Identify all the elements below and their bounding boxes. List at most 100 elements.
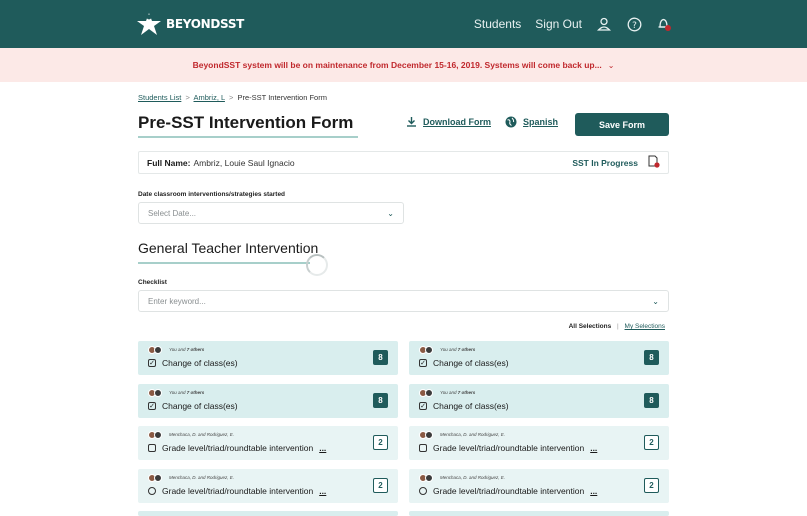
card-more-link[interactable]: ... [319, 486, 326, 496]
checklist-card-partial[interactable] [138, 511, 398, 516]
card-meta-text: You and [169, 390, 187, 395]
loading-spinner-icon [306, 254, 328, 276]
avatar-group [419, 346, 433, 354]
card-meta: Menchaca, D. and Rodriguez, E. [169, 475, 234, 480]
card-meta-bold: 7 others [186, 347, 205, 352]
title-underline [138, 136, 358, 138]
my-selections-tab[interactable]: My Selections [625, 323, 665, 330]
checkbox-checked-icon[interactable]: ✓ [419, 359, 427, 367]
selection-count-badge: 8 [373, 350, 388, 365]
all-selections-tab[interactable]: All Selections [569, 323, 612, 330]
selection-count-badge: 2 [373, 478, 388, 493]
selection-count-badge: 8 [644, 393, 659, 408]
card-meta-text: Menchaca, D. and Rodriguez, E. [169, 432, 235, 437]
section-underline [138, 262, 310, 264]
card-label: Grade level/triad/roundtable interventio… [433, 443, 585, 453]
checklist-card[interactable]: You and 7 others ✓ Change of class(es) 8 [138, 341, 398, 375]
card-option[interactable]: ✓ Change of class(es) [419, 358, 515, 368]
checkbox-icon[interactable] [148, 487, 156, 495]
full-name-value: Ambriz, Louie Saul Ignacio [193, 157, 295, 168]
avatar [425, 474, 433, 482]
card-option[interactable]: Grade level/triad/roundtable interventio… [419, 486, 597, 496]
checklist-card[interactable]: You and 7 others ✓ Change of class(es) 8 [138, 384, 398, 418]
checklist-card[interactable]: You and 7 others ✓ Change of class(es) 8 [409, 384, 669, 418]
checkbox-icon[interactable] [419, 444, 427, 452]
checkbox-icon[interactable] [419, 487, 427, 495]
bell-icon[interactable] [656, 16, 672, 32]
card-option[interactable]: ✓ Change of class(es) [148, 358, 244, 368]
checkbox-checked-icon[interactable]: ✓ [148, 359, 156, 367]
section-title: General Teacher Intervention [138, 240, 319, 256]
chevron-down-icon[interactable]: ⌄ [608, 61, 615, 70]
card-meta-text: Menchaca, D. and Rodriguez, E. [440, 475, 506, 480]
spanish-label: Spanish [523, 117, 559, 127]
card-meta-bold: 7 others [186, 390, 205, 395]
avatar-group [148, 346, 162, 354]
card-label: Grade level/triad/roundtable interventio… [433, 486, 585, 496]
globe-icon [505, 116, 517, 128]
checklist-card[interactable]: Menchaca, D. and Rodriguez, E. Grade leve… [138, 426, 398, 460]
card-option[interactable]: Grade level/triad/roundtable interventio… [148, 443, 326, 453]
page-title: Pre-SST Intervention Form [138, 113, 354, 132]
checklist-card[interactable]: Menchaca, D. and Rodriguez, E. Grade leve… [409, 426, 669, 460]
avatar [154, 346, 162, 354]
maintenance-banner[interactable]: BeyondSST system will be on maintenance … [0, 48, 807, 82]
avatar [154, 431, 162, 439]
card-option[interactable]: ✓ Change of class(es) [419, 401, 515, 411]
checklist-card-partial[interactable] [409, 511, 669, 516]
card-option[interactable]: Grade level/triad/roundtable interventio… [419, 443, 597, 453]
nav-students-link[interactable]: Students [474, 17, 521, 31]
save-form-button[interactable]: Save Form [575, 113, 669, 136]
breadcrumb-separator: > [185, 93, 190, 102]
beyondsst-logo[interactable]: BEYONDSST [136, 10, 244, 38]
nav-signout-link[interactable]: Sign Out [535, 17, 582, 31]
card-meta-text: Menchaca, D. and Rodriguez, E. [440, 432, 506, 437]
avatar-group [419, 389, 433, 397]
breadcrumb: Students List > Ambriz, L > Pre-SST Inte… [138, 93, 327, 102]
avatar-group [148, 431, 162, 439]
student-info-bar: Full Name: Ambriz, Louie Saul Ignacio SS… [138, 151, 669, 174]
avatar-group [148, 389, 162, 397]
avatar-group [419, 431, 433, 439]
card-option[interactable]: Grade level/triad/roundtable interventio… [148, 486, 326, 496]
card-more-link[interactable]: ... [319, 443, 326, 453]
breadcrumb-student[interactable]: Ambriz, L [194, 93, 225, 102]
avatar-group [419, 474, 433, 482]
selection-count-badge: 8 [373, 393, 388, 408]
download-icon [407, 117, 416, 127]
card-meta: You and 7 others [440, 390, 475, 395]
card-meta: You and 7 others [169, 347, 204, 352]
card-more-link[interactable]: ... [590, 486, 597, 496]
help-icon[interactable]: ? [626, 16, 642, 32]
avatar [425, 346, 433, 354]
svg-text:?: ? [632, 20, 637, 30]
card-meta: Menchaca, D. and Rodriguez, E. [440, 432, 505, 437]
avatar [154, 389, 162, 397]
avatar [425, 389, 433, 397]
chevron-down-icon: ⌄ [387, 208, 394, 218]
selection-count-badge: 8 [644, 350, 659, 365]
selections-toggle: All Selections | My Selections [569, 323, 665, 330]
sst-status: SST In Progress [572, 157, 638, 168]
user-icon[interactable] [596, 16, 612, 32]
checkbox-checked-icon[interactable]: ✓ [148, 402, 156, 410]
checklist-card[interactable]: Menchaca, D. and Rodriguez, E. Grade leve… [409, 469, 669, 503]
checklist-placeholder: Enter keyword... [148, 296, 206, 306]
breadcrumb-students-list[interactable]: Students List [138, 93, 181, 102]
card-meta-text: You and [169, 347, 187, 352]
card-meta: Menchaca, D. and Rodriguez, E. [169, 432, 234, 437]
card-label: Grade level/triad/roundtable interventio… [162, 443, 314, 453]
document-alert-icon[interactable] [648, 155, 660, 170]
selections-divider: | [617, 323, 619, 330]
card-option[interactable]: ✓ Change of class(es) [148, 401, 244, 411]
card-meta-text: You and [440, 390, 458, 395]
checklist-search-input[interactable]: Enter keyword... ⌄ [138, 290, 669, 312]
checklist-card[interactable]: Menchaca, D. and Rodriguez, E. Grade leve… [138, 469, 398, 503]
checkbox-icon[interactable] [148, 444, 156, 452]
checkbox-checked-icon[interactable]: ✓ [419, 402, 427, 410]
date-select[interactable]: Select Date... ⌄ [138, 202, 404, 224]
download-form-link[interactable]: Download Form [406, 116, 491, 127]
spanish-link[interactable]: Spanish [505, 116, 558, 128]
card-more-link[interactable]: ... [590, 443, 597, 453]
checklist-card[interactable]: You and 7 others ✓ Change of class(es) 8 [409, 341, 669, 375]
